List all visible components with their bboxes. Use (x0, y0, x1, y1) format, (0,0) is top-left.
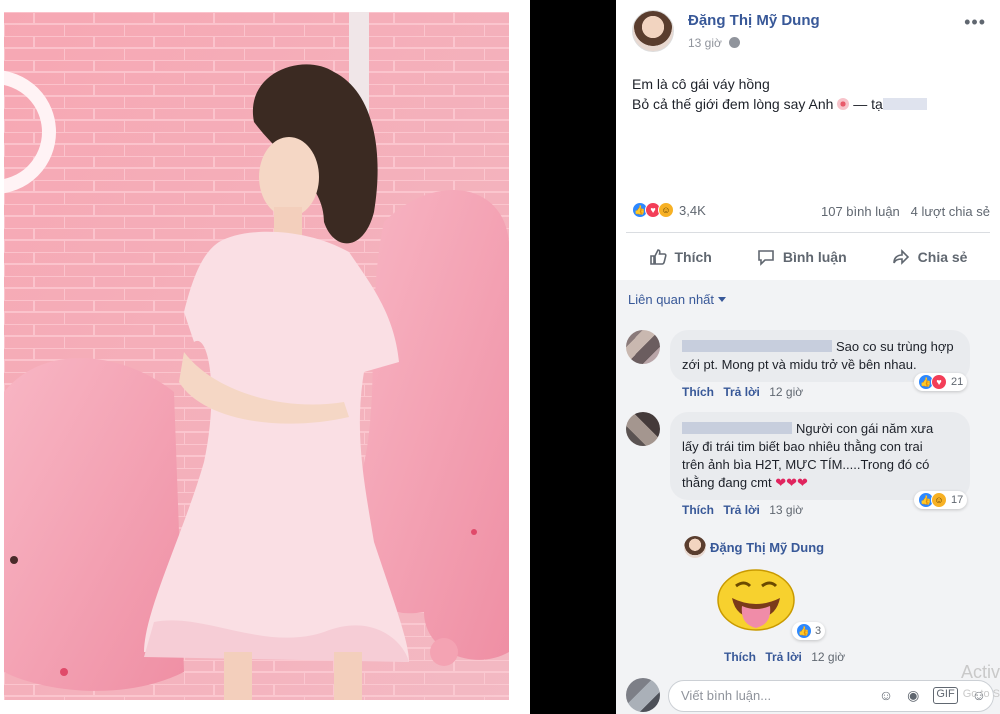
comment-label: Bình luận (782, 249, 847, 265)
like-label: Thích (674, 249, 712, 265)
reply-author-avatar[interactable] (684, 536, 706, 558)
comment-text-3: trên ảnh bìa H2T, MỰC TÍM.....Trong đó c… (682, 457, 930, 472)
comment-text-2: zới pt. Mong pt và midu trở về bên nhau. (682, 357, 917, 372)
camera-icon[interactable]: ◉ (907, 687, 919, 704)
share-button[interactable]: Chia sẻ (892, 248, 968, 266)
reply-like-link[interactable]: Thích (724, 650, 756, 664)
author-name[interactable]: Đặng Thị Mỹ Dung (688, 12, 820, 29)
post-text: Em là cô gái váy hồng Bỏ cả thế giới đem… (632, 74, 927, 114)
sort-label: Liên quan nhất (628, 292, 715, 307)
comment-meta: Thích Trả lời 13 giờ (682, 503, 803, 517)
reaction-count: 3,4K (679, 202, 706, 218)
gif-icon[interactable]: GIF (933, 687, 958, 704)
comment-reaction-count: 21 (951, 376, 964, 388)
heart-emoji-icons: ❤❤❤ (775, 475, 808, 490)
comment-meta: Thích Trả lời 12 giờ (682, 385, 803, 399)
chevron-down-icon (718, 297, 727, 302)
commenter-avatar[interactable] (626, 330, 660, 364)
comment-line: Sao co su trùng hợp (682, 338, 958, 356)
windows-activation-hint: Go to S (962, 688, 1000, 700)
comment-text-2: lấy đi trái tim biết bao nhiêu thằng con… (682, 439, 923, 454)
comment-line: Người con gái năm xưa (682, 420, 958, 438)
more-icon[interactable]: ••• (964, 12, 986, 33)
haha-reaction-icon: ☺ (658, 202, 674, 218)
flower-emoji-icon (837, 98, 850, 110)
haha-sticker[interactable] (716, 566, 796, 636)
commenter-avatar[interactable] (626, 412, 660, 446)
shares-count[interactable]: 4 lượt chia sẻ (911, 204, 990, 219)
comment-text: Sao co su trùng hợp (836, 339, 954, 354)
facebook-photo-viewer: Đặng Thị Mỹ Dung 13 giờ ••• Em là cô gái… (0, 0, 1000, 714)
reply-meta: Thích Trả lời 12 giờ (724, 650, 845, 664)
globe-icon (729, 37, 741, 48)
post-time-text: 13 giờ (688, 36, 722, 50)
share-label: Chia sẻ (917, 249, 968, 265)
author-avatar[interactable] (632, 10, 674, 52)
love-reaction-icon: ♥ (931, 374, 947, 390)
comment-like-link[interactable]: Thích (682, 503, 714, 517)
comment-icon (758, 250, 774, 266)
like-reaction-icon: 👍 (796, 623, 812, 639)
comment-text-4-text: thằng đang cmt (682, 475, 772, 490)
photo-area (0, 0, 530, 714)
divider (626, 232, 990, 233)
current-user-avatar (626, 678, 660, 712)
comment-reactions[interactable]: 👍 ♥ 21 (914, 373, 968, 391)
comment-reply-link[interactable]: Trả lời (723, 385, 760, 399)
commenter-name-blurred[interactable] (682, 340, 832, 352)
share-icon (892, 249, 909, 265)
comments-count[interactable]: 107 bình luận (821, 204, 900, 219)
comment-reactions[interactable]: 👍 ☺ 17 (914, 491, 968, 509)
post-photo[interactable] (4, 12, 509, 700)
post-stats: 107 bình luận 4 lượt chia sẻ (821, 204, 990, 219)
viewer-backdrop (530, 0, 616, 714)
like-icon (649, 249, 667, 265)
tagged-user-blurred[interactable] (882, 98, 927, 110)
comment-bubble: Người con gái năm xưa lấy đi trái tim bi… (670, 412, 970, 500)
tag-prefix: — tạ (853, 96, 883, 112)
comment-input-placeholder: Viết bình luận... (681, 688, 772, 703)
reply-reply-link[interactable]: Trả lời (765, 650, 802, 664)
reply-time[interactable]: 12 giờ (811, 650, 845, 664)
comment-composer: Viết bình luận... ☺ ◉ GIF ☺ (616, 670, 1000, 714)
reply-author-name[interactable]: Đặng Thị Mỹ Dung (710, 540, 824, 555)
post-line-2-text: Bỏ cả thế giới đem lòng say Anh (632, 96, 834, 112)
comment-reply-link[interactable]: Trả lời (723, 503, 760, 517)
reply-reactions[interactable]: 👍 3 (792, 622, 826, 640)
reaction-summary[interactable]: 👍 ♥ ☺ 3,4K (632, 202, 706, 218)
comment-sort-dropdown[interactable]: Liên quan nhất (628, 292, 727, 307)
emoji-icon[interactable]: ☺ (879, 687, 893, 704)
post-timestamp[interactable]: 13 giờ (688, 36, 741, 50)
post-panel: Đặng Thị Mỹ Dung 13 giờ ••• Em là cô gái… (616, 0, 1000, 714)
comment-text-4: thằng đang cmt ❤❤❤ (682, 474, 958, 492)
post-line-1: Em là cô gái váy hồng (632, 76, 770, 92)
tongue-sticker-icon (717, 569, 795, 631)
windows-activation-watermark: Activ (960, 662, 1000, 682)
comment-time[interactable]: 13 giờ (769, 503, 803, 517)
comment-button[interactable]: Bình luận (757, 248, 847, 266)
comment-like-link[interactable]: Thích (682, 385, 714, 399)
haha-reaction-icon: ☺ (931, 492, 947, 508)
reply-reaction-count: 3 (815, 625, 822, 637)
commenter-name-blurred[interactable] (682, 422, 792, 434)
post-line-2: Bỏ cả thế giới đem lòng say Anh — tạ (632, 94, 927, 114)
comment-time[interactable]: 12 giờ (769, 385, 803, 399)
action-bar: Thích Bình luận Chia sẻ (626, 238, 990, 276)
comment-text: Người con gái năm xưa (796, 421, 934, 436)
like-button[interactable]: Thích (649, 248, 712, 266)
comment-reaction-count: 17 (951, 494, 964, 506)
